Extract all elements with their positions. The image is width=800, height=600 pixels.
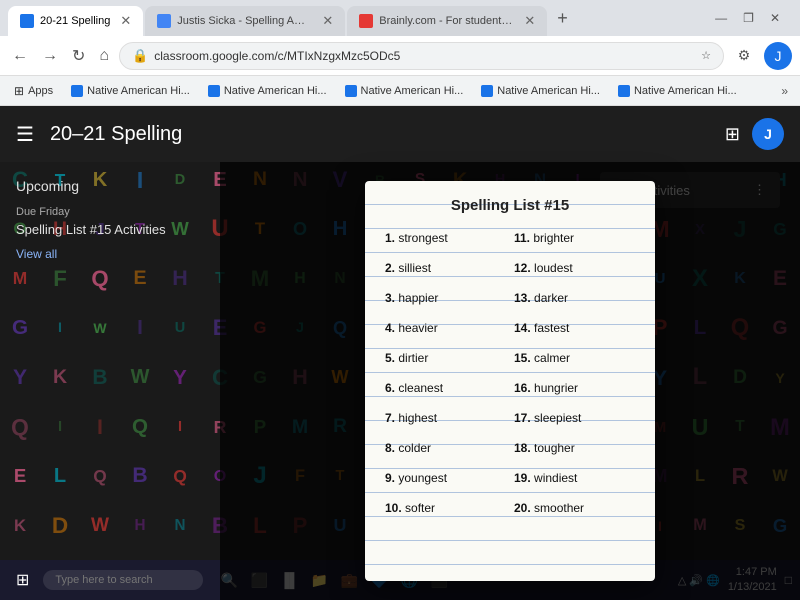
- extensions-icon[interactable]: ⚙: [730, 42, 758, 70]
- bookmark-1[interactable]: Native American Hi...: [65, 83, 196, 99]
- spelling-item: 5. dirtier: [385, 344, 506, 372]
- bookmark-label-4: Native American Hi...: [497, 85, 600, 97]
- apps-icon: ⊞: [14, 84, 24, 98]
- spelling-item: 10. softer: [385, 494, 506, 522]
- spelling-item: 14. fastest: [514, 314, 635, 342]
- assignment-name: Spelling List #15 Activities: [16, 222, 204, 237]
- bookmark-favicon-4: [481, 85, 493, 97]
- tab-bar: 20-21 Spelling ✕ Justis Sicka - Spelling…: [0, 0, 800, 36]
- classroom-header: ☰ 20–21 Spelling ⊞ J: [0, 106, 800, 162]
- tab-label-3: Brainly.com - For students. By st...: [379, 15, 514, 27]
- spelling-item: 1. strongest: [385, 224, 506, 252]
- tab-close-3[interactable]: ✕: [524, 13, 535, 29]
- tab-label-2: Justis Sicka - Spelling ABC Orde...: [177, 15, 312, 27]
- search-box[interactable]: [43, 570, 203, 590]
- spelling-item: 2. silliest: [385, 254, 506, 282]
- back-button[interactable]: ←: [8, 43, 32, 69]
- header-right: ⊞ J: [725, 118, 784, 150]
- bookmark-label-5: Native American Hi...: [634, 85, 737, 97]
- tab-favicon: [20, 14, 34, 28]
- tab-close-2[interactable]: ✕: [322, 13, 333, 29]
- start-button[interactable]: ⊞: [8, 566, 37, 594]
- window-controls: — ❐ ✕: [703, 11, 792, 25]
- lock-icon: 🔒: [132, 48, 148, 64]
- bookmark-3[interactable]: Native American Hi...: [339, 83, 470, 99]
- forward-button[interactable]: →: [38, 43, 62, 69]
- spelling-item: 9. youngest: [385, 464, 506, 492]
- paper-title: Spelling List #15: [385, 197, 635, 214]
- upcoming-title: Upcoming: [16, 178, 204, 194]
- bookmark-2[interactable]: Native American Hi...: [202, 83, 333, 99]
- nav-icons: ⚙ J: [730, 42, 792, 70]
- star-icon[interactable]: ☆: [701, 49, 711, 62]
- tab-favicon-3: [359, 14, 373, 28]
- tab-active[interactable]: 20-21 Spelling ✕: [8, 6, 143, 36]
- spelling-paper: Spelling List #15 1. strongest 11. bright…: [365, 181, 655, 581]
- address-bar[interactable]: 🔒 classroom.google.com/c/MTIxNzgxMzc5ODc…: [119, 42, 724, 70]
- bookmark-label-1: Native American Hi...: [87, 85, 190, 97]
- tab-3[interactable]: Brainly.com - For students. By st... ✕: [347, 6, 547, 36]
- tab-label-1: 20-21 Spelling: [40, 15, 110, 27]
- minimize-button[interactable]: —: [715, 11, 727, 25]
- grid-icon[interactable]: ⊞: [725, 124, 740, 145]
- bookmark-favicon-3: [345, 85, 357, 97]
- profile-icon[interactable]: J: [764, 42, 792, 70]
- spelling-item: 3. happier: [385, 284, 506, 312]
- maximize-button[interactable]: ❐: [743, 11, 754, 25]
- close-button[interactable]: ✕: [770, 11, 780, 25]
- url-text: classroom.google.com/c/MTIxNzgxMzc5ODc5: [154, 49, 695, 63]
- app-area: FKCSBQCKQYGKKLVRDMIGCTKIDENNVBSKHNLWXBAH…: [0, 106, 800, 600]
- tab-2[interactable]: Justis Sicka - Spelling ABC Orde... ✕: [145, 6, 345, 36]
- bookmark-4[interactable]: Native American Hi...: [475, 83, 606, 99]
- new-tab-button[interactable]: +: [549, 8, 576, 29]
- browser-frame: 20-21 Spelling ✕ Justis Sicka - Spelling…: [0, 0, 800, 600]
- apps-label: Apps: [28, 85, 53, 97]
- spelling-item: 12. loudest: [514, 254, 635, 282]
- spelling-item: 19. windiest: [514, 464, 635, 492]
- spelling-grid: 1. strongest 11. brighter 2. silliest 12. l…: [385, 224, 635, 522]
- bookmark-label-3: Native American Hi...: [361, 85, 464, 97]
- spelling-item: 13. darker: [514, 284, 635, 312]
- spelling-item: 6. cleanest: [385, 374, 506, 402]
- paper-overlay: Spelling List #15 1. strongest 11. bright…: [220, 162, 800, 600]
- spelling-item: 20. smoother: [514, 494, 635, 522]
- spelling-item: 15. calmer: [514, 344, 635, 372]
- center-content: #15 Activities ⋮ Spelling List #15 1. st…: [220, 162, 800, 600]
- avatar[interactable]: J: [752, 118, 784, 150]
- spelling-item: 17. sleepiest: [514, 404, 635, 432]
- spelling-item: 8. colder: [385, 434, 506, 462]
- due-date: Due Friday: [16, 206, 204, 218]
- home-button[interactable]: ⌂: [95, 43, 113, 69]
- tab-close-1[interactable]: ✕: [120, 13, 131, 29]
- nav-bar: ← → ↻ ⌂ 🔒 classroom.google.com/c/MTIxNzg…: [0, 36, 800, 76]
- hamburger-icon[interactable]: ☰: [16, 122, 34, 147]
- app-title: 20–21 Spelling: [50, 123, 182, 146]
- bookmarks-more[interactable]: »: [777, 82, 792, 100]
- left-panel: Upcoming Due Friday Spelling List #15 Ac…: [0, 162, 220, 600]
- tab-favicon-2: [157, 14, 171, 28]
- main-content: Upcoming Due Friday Spelling List #15 Ac…: [0, 162, 800, 600]
- reload-button[interactable]: ↻: [68, 42, 89, 70]
- spelling-item: 4. heavier: [385, 314, 506, 342]
- spelling-item: 18. tougher: [514, 434, 635, 462]
- apps-bookmark[interactable]: ⊞ Apps: [8, 82, 59, 100]
- view-all-link[interactable]: View all: [16, 247, 57, 261]
- bookmark-favicon-2: [208, 85, 220, 97]
- bookmark-label-2: Native American Hi...: [224, 85, 327, 97]
- bookmark-5[interactable]: Native American Hi...: [612, 83, 743, 99]
- bookmark-favicon-5: [618, 85, 630, 97]
- spelling-item: 7. highest: [385, 404, 506, 432]
- bookmark-favicon-1: [71, 85, 83, 97]
- spelling-item: 16. hungrier: [514, 374, 635, 402]
- spelling-item: 11. brighter: [514, 224, 635, 252]
- bookmarks-bar: ⊞ Apps Native American Hi... Native Amer…: [0, 76, 800, 106]
